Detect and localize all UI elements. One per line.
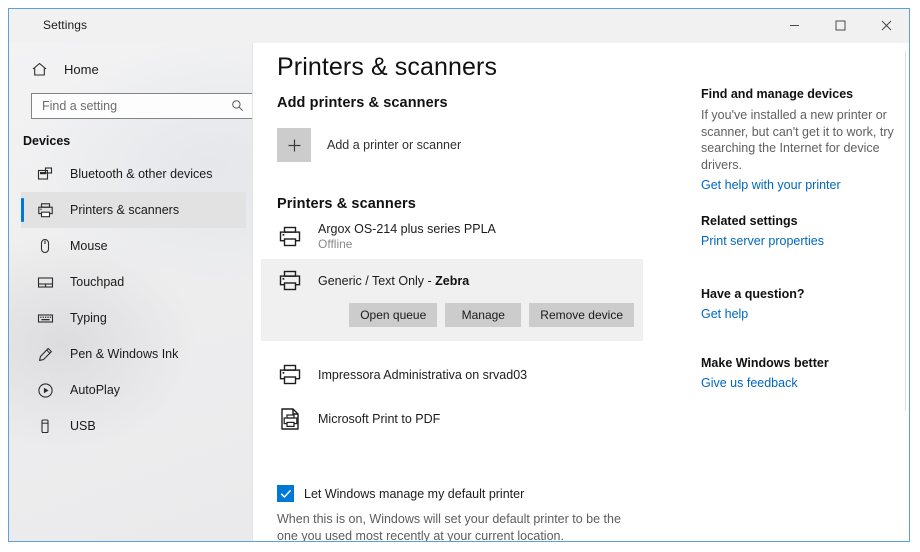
rail-section-title: Make Windows better bbox=[701, 356, 829, 370]
right-rail: Find and manage devices If you've instal… bbox=[693, 43, 909, 541]
rail-section-have-a-question: Have a question? Get help bbox=[701, 287, 897, 321]
give-us-feedback-link[interactable]: Give us feedback bbox=[701, 376, 897, 390]
rail-section-body: If you've installed a new printer or sca… bbox=[701, 108, 894, 172]
printer-name: Microsoft Print to PDF bbox=[318, 411, 441, 426]
printer-name: Impressora Administrativa on srvad03 bbox=[318, 367, 528, 382]
search-input-value: Find a setting bbox=[42, 99, 118, 113]
sidebar-item-label: USB bbox=[70, 419, 96, 433]
close-button[interactable] bbox=[863, 9, 909, 41]
pen-icon bbox=[35, 344, 55, 364]
add-printer-label: Add a printer or scanner bbox=[327, 138, 462, 152]
get-help-link[interactable]: Get help bbox=[701, 307, 897, 321]
sidebar-group-header: Devices bbox=[23, 134, 71, 148]
sidebar-item-label: Touchpad bbox=[70, 275, 125, 289]
sidebar-item-label: Mouse bbox=[70, 239, 108, 253]
rail-section-find-manage-devices: Find and manage devices If you've instal… bbox=[701, 87, 897, 192]
sidebar-item-label: AutoPlay bbox=[70, 383, 121, 397]
keyboard-icon bbox=[35, 308, 55, 328]
search-input[interactable]: Find a setting bbox=[31, 93, 253, 119]
printer-list-header: Printers & scanners bbox=[277, 196, 416, 212]
title-bar: Settings bbox=[9, 9, 909, 43]
settings-window: Settings Home Find a setting Devices Blu… bbox=[8, 8, 910, 542]
printer-row-selected[interactable]: Generic / Text Only - Zebra Open queue M… bbox=[261, 259, 643, 341]
print-to-pdf-icon bbox=[277, 406, 303, 432]
printer-status: Offline bbox=[318, 237, 353, 251]
sidebar-item-label: Home bbox=[64, 61, 99, 77]
bluetooth-devices-icon bbox=[35, 164, 55, 184]
get-help-with-printer-link[interactable]: Get help with your printer bbox=[701, 178, 897, 192]
sidebar-item-printers-scanners[interactable]: Printers & scanners bbox=[21, 192, 246, 228]
sidebar-item-pen-windows-ink[interactable]: Pen & Windows Ink bbox=[21, 336, 246, 372]
printer-name: Argox OS-214 plus series PPLA bbox=[318, 222, 496, 236]
mouse-icon bbox=[35, 236, 55, 256]
default-printer-setting: Let Windows manage my default printer Wh… bbox=[277, 485, 657, 541]
selection-accent-bar bbox=[21, 198, 24, 222]
search-icon bbox=[231, 99, 244, 117]
touchpad-icon bbox=[35, 272, 55, 292]
sidebar-item-label: Printers & scanners bbox=[70, 203, 180, 217]
sidebar-nav-list: Bluetooth & other devices Printers & sca… bbox=[15, 156, 252, 444]
page-title: Printers & scanners bbox=[277, 53, 498, 81]
printer-icon bbox=[277, 268, 303, 294]
checkbox-checked-icon[interactable] bbox=[277, 485, 294, 502]
sidebar-item-mouse[interactable]: Mouse bbox=[21, 228, 246, 264]
printer-list: Argox OS-214 plus series PPLA Offline Ge… bbox=[261, 215, 643, 441]
remove-device-button[interactable]: Remove device bbox=[529, 303, 634, 327]
maximize-button[interactable] bbox=[817, 9, 863, 41]
sidebar-item-usb[interactable]: USB bbox=[21, 408, 246, 444]
rail-section-make-windows-better: Make Windows better Give us feedback bbox=[701, 356, 897, 390]
minimize-button[interactable] bbox=[771, 9, 817, 41]
rail-divider bbox=[905, 51, 906, 411]
sidebar-item-bluetooth-other-devices[interactable]: Bluetooth & other devices bbox=[21, 156, 246, 192]
printer-row[interactable]: Argox OS-214 plus series PPLA Offline bbox=[261, 215, 643, 259]
sidebar-item-touchpad[interactable]: Touchpad bbox=[21, 264, 246, 300]
minimize-icon bbox=[789, 24, 799, 26]
add-printer-button[interactable]: Add a printer or scanner bbox=[277, 128, 461, 162]
rail-section-title: Find and manage devices bbox=[701, 87, 854, 101]
print-server-properties-link[interactable]: Print server properties bbox=[701, 234, 897, 248]
autoplay-icon bbox=[35, 380, 55, 400]
add-section-header: Add printers & scanners bbox=[277, 95, 448, 111]
printer-name-prefix: Generic / Text Only - bbox=[318, 273, 436, 288]
sidebar-item-home[interactable]: Home bbox=[15, 51, 246, 87]
rail-section-title: Related settings bbox=[701, 214, 798, 228]
printer-name: Generic / Text Only - Zebra bbox=[318, 274, 469, 289]
default-printer-checkbox-row[interactable]: Let Windows manage my default printer bbox=[277, 485, 657, 502]
sidebar: Home Find a setting Devices Bluetooth & … bbox=[9, 43, 253, 541]
maximize-icon bbox=[835, 20, 845, 30]
usb-icon bbox=[35, 416, 55, 436]
manage-button[interactable]: Manage bbox=[445, 303, 522, 327]
plus-icon bbox=[277, 128, 311, 162]
printer-icon bbox=[35, 200, 55, 220]
window-title: Settings bbox=[43, 18, 88, 32]
sidebar-item-label: Typing bbox=[70, 311, 107, 325]
sidebar-item-label: Bluetooth & other devices bbox=[70, 167, 213, 181]
printer-name-suffix: Zebra bbox=[435, 273, 470, 288]
home-icon bbox=[29, 59, 49, 79]
sidebar-item-typing[interactable]: Typing bbox=[21, 300, 246, 336]
sidebar-item-autoplay[interactable]: AutoPlay bbox=[21, 372, 246, 408]
sidebar-item-label: Pen & Windows Ink bbox=[70, 347, 179, 361]
printer-icon bbox=[277, 362, 303, 388]
rail-section-related-settings: Related settings Print server properties bbox=[701, 214, 897, 248]
printer-actions: Open queue Manage Remove device bbox=[277, 303, 643, 341]
default-printer-description: When this is on, Windows will set your d… bbox=[277, 512, 621, 541]
open-queue-button[interactable]: Open queue bbox=[349, 303, 438, 327]
close-icon bbox=[881, 20, 891, 30]
printer-row[interactable]: Microsoft Print to PDF bbox=[261, 397, 643, 441]
printer-icon bbox=[277, 224, 303, 250]
printer-row[interactable]: Impressora Administrativa on srvad03 bbox=[261, 353, 643, 397]
rail-section-title: Have a question? bbox=[701, 287, 805, 301]
default-printer-label: Let Windows manage my default printer bbox=[304, 486, 525, 501]
